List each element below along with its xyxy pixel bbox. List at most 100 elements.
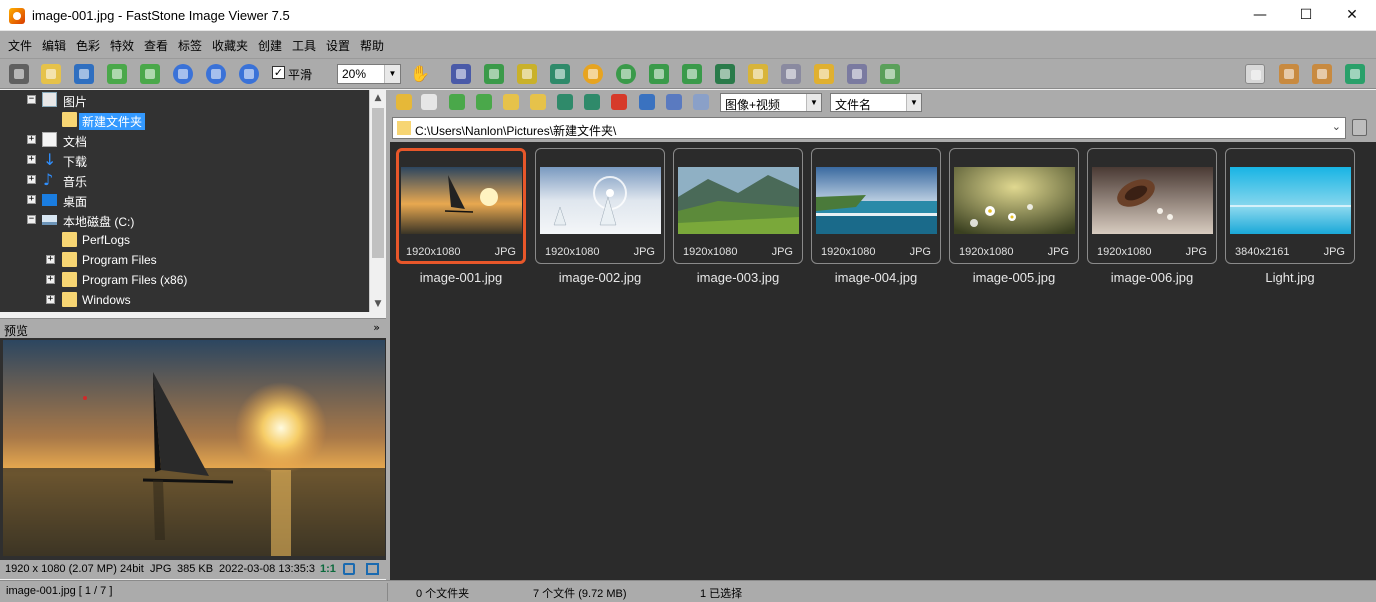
zoom-in-icon[interactable] [173, 64, 193, 84]
thumbnail-filename[interactable]: image-002.jpg [535, 270, 665, 285]
expand-icon[interactable]: + [27, 135, 36, 144]
zoom-out-icon[interactable] [206, 64, 226, 84]
back-icon[interactable] [107, 64, 127, 84]
maximize-button[interactable]: ☐ [1283, 0, 1329, 31]
collapse-preview-icon[interactable]: » [373, 321, 380, 334]
layout-browser-icon[interactable] [1245, 64, 1265, 84]
expand-icon[interactable]: + [46, 295, 55, 304]
scrollbar-thumb[interactable] [372, 108, 384, 258]
smooth-checkbox[interactable]: ✓ [272, 66, 285, 79]
thumbnail-filename[interactable]: image-006.jpg [1087, 270, 1217, 285]
hand-tool-icon[interactable]: ✋ [410, 64, 430, 83]
forward-icon[interactable] [140, 64, 160, 84]
thumbnail-filename[interactable]: Light.jpg [1225, 270, 1355, 285]
save-icon[interactable] [74, 64, 94, 84]
convert-icon[interactable] [550, 64, 570, 84]
layout-fullpreview-icon[interactable] [1312, 64, 1332, 84]
tree-scrollbar[interactable]: ▲ ▼ [369, 90, 386, 312]
address-input[interactable]: C:\Users\Nanlon\Pictures\新建文件夹\ ⌄ [392, 117, 1346, 139]
expand-icon[interactable]: + [27, 195, 36, 204]
up-folder-icon[interactable] [449, 94, 465, 110]
slideshow-icon[interactable] [451, 64, 471, 84]
thumbnail-filename[interactable]: image-004.jpg [811, 270, 941, 285]
close-button[interactable]: ✕ [1329, 0, 1375, 31]
move-to-icon[interactable] [584, 94, 600, 110]
scroll-up-icon[interactable]: ▲ [370, 90, 386, 106]
flip-icon[interactable] [715, 64, 735, 84]
menu-color[interactable]: 色彩 [76, 37, 100, 54]
preview-image[interactable] [3, 340, 385, 556]
tree-item-pictures[interactable]: − 图片 [0, 90, 369, 110]
collapse-icon[interactable]: − [27, 95, 36, 104]
menu-help[interactable]: 帮助 [360, 37, 384, 54]
menu-edit[interactable]: 编辑 [42, 37, 66, 54]
copy-to-icon[interactable] [557, 94, 573, 110]
rotate-right-icon[interactable] [682, 64, 702, 84]
rotate-left-icon[interactable] [649, 64, 669, 84]
color-icon[interactable] [583, 64, 603, 84]
tree-item-music[interactable]: + ♪ 音乐 [0, 170, 369, 190]
scroll-down-icon[interactable]: ▼ [370, 296, 386, 312]
expand-icon[interactable]: + [27, 175, 36, 184]
delete-icon[interactable] [611, 94, 627, 110]
list-view-icon[interactable] [666, 94, 682, 110]
new-folder-icon[interactable] [530, 94, 546, 110]
thumbnail-card[interactable]: 1920x1080 JPG [811, 148, 941, 264]
thumbnail-view-icon[interactable] [639, 94, 655, 110]
tree-item-program-files[interactable]: + Program Files [0, 250, 369, 270]
minimize-button[interactable]: — [1237, 0, 1283, 31]
thumbnail-card[interactable]: 1920x1080 JPG [673, 148, 803, 264]
forward-arrow-icon[interactable] [421, 94, 437, 110]
menu-tools[interactable]: 工具 [292, 37, 316, 54]
actual-size-icon[interactable] [239, 64, 259, 84]
person-icon[interactable] [616, 64, 636, 84]
expand-icon[interactable]: + [46, 275, 55, 284]
chevron-down-icon[interactable]: ⌄ [1332, 120, 1341, 133]
menu-view[interactable]: 查看 [144, 37, 168, 54]
email-icon[interactable] [814, 64, 834, 84]
export-icon[interactable] [484, 64, 504, 84]
zoom-select[interactable]: 20% ▼ [337, 64, 401, 84]
tree-item-documents[interactable]: + 文档 [0, 130, 369, 150]
tree-item-perflogs[interactable]: PerfLogs [0, 230, 369, 250]
tree-item-program-files-x86[interactable]: + Program Files (x86) [0, 270, 369, 290]
expand-icon[interactable]: + [27, 155, 36, 164]
thumbnail-card[interactable]: 1920x1080 JPG [535, 148, 665, 264]
chevron-down-icon[interactable]: ▼ [806, 94, 821, 111]
thumbnail-filename[interactable]: image-001.jpg [396, 270, 526, 285]
menu-file[interactable]: 文件 [8, 37, 32, 54]
back-arrow-icon[interactable] [396, 94, 412, 110]
sort-select[interactable]: 文件名 ▼ [830, 93, 922, 112]
tree-item-new-folder[interactable]: 新建文件夹 [0, 110, 369, 130]
fullscreen-icon[interactable] [1345, 64, 1365, 84]
print-icon[interactable] [847, 64, 867, 84]
chevron-down-icon[interactable]: ▼ [384, 65, 400, 83]
refresh-icon[interactable] [476, 94, 492, 110]
camera-icon[interactable] [9, 64, 29, 84]
expand-icon[interactable]: + [46, 255, 55, 264]
thumbnail-filename[interactable]: image-003.jpg [673, 270, 803, 285]
draw-icon[interactable] [781, 64, 801, 84]
details-view-icon[interactable] [693, 94, 709, 110]
tree-item-desktop[interactable]: + 桌面 [0, 190, 369, 210]
menu-tags[interactable]: 标签 [178, 37, 202, 54]
full-screen-icon[interactable] [366, 563, 379, 575]
thumbnail-card[interactable]: 1920x1080 JPG [949, 148, 1079, 264]
favorite-folder-icon[interactable] [503, 94, 519, 110]
batch-icon[interactable] [880, 64, 900, 84]
layout-preview-icon[interactable] [1279, 64, 1299, 84]
menu-effects[interactable]: 特效 [110, 37, 134, 54]
trash-icon[interactable] [1352, 119, 1367, 136]
tree-item-drive-c[interactable]: − 本地磁盘 (C:) [0, 210, 369, 230]
thumbnail-filename[interactable]: image-005.jpg [949, 270, 1079, 285]
fit-window-icon[interactable] [343, 563, 355, 575]
thumbnail-card[interactable]: 3840x2161 JPG [1225, 148, 1355, 264]
open-folder-icon[interactable] [41, 64, 61, 84]
thumbnail-card[interactable]: 1920x1080 JPG [1087, 148, 1217, 264]
resize-icon[interactable] [748, 64, 768, 84]
tree-item-windows[interactable]: + Windows [0, 290, 369, 310]
thumbnail-card[interactable]: 1920x1080 JPG [396, 148, 526, 264]
tree-item-downloads[interactable]: + ↓ 下载 [0, 150, 369, 170]
chevron-down-icon[interactable]: ▼ [906, 94, 921, 111]
menu-create[interactable]: 创建 [258, 37, 282, 54]
